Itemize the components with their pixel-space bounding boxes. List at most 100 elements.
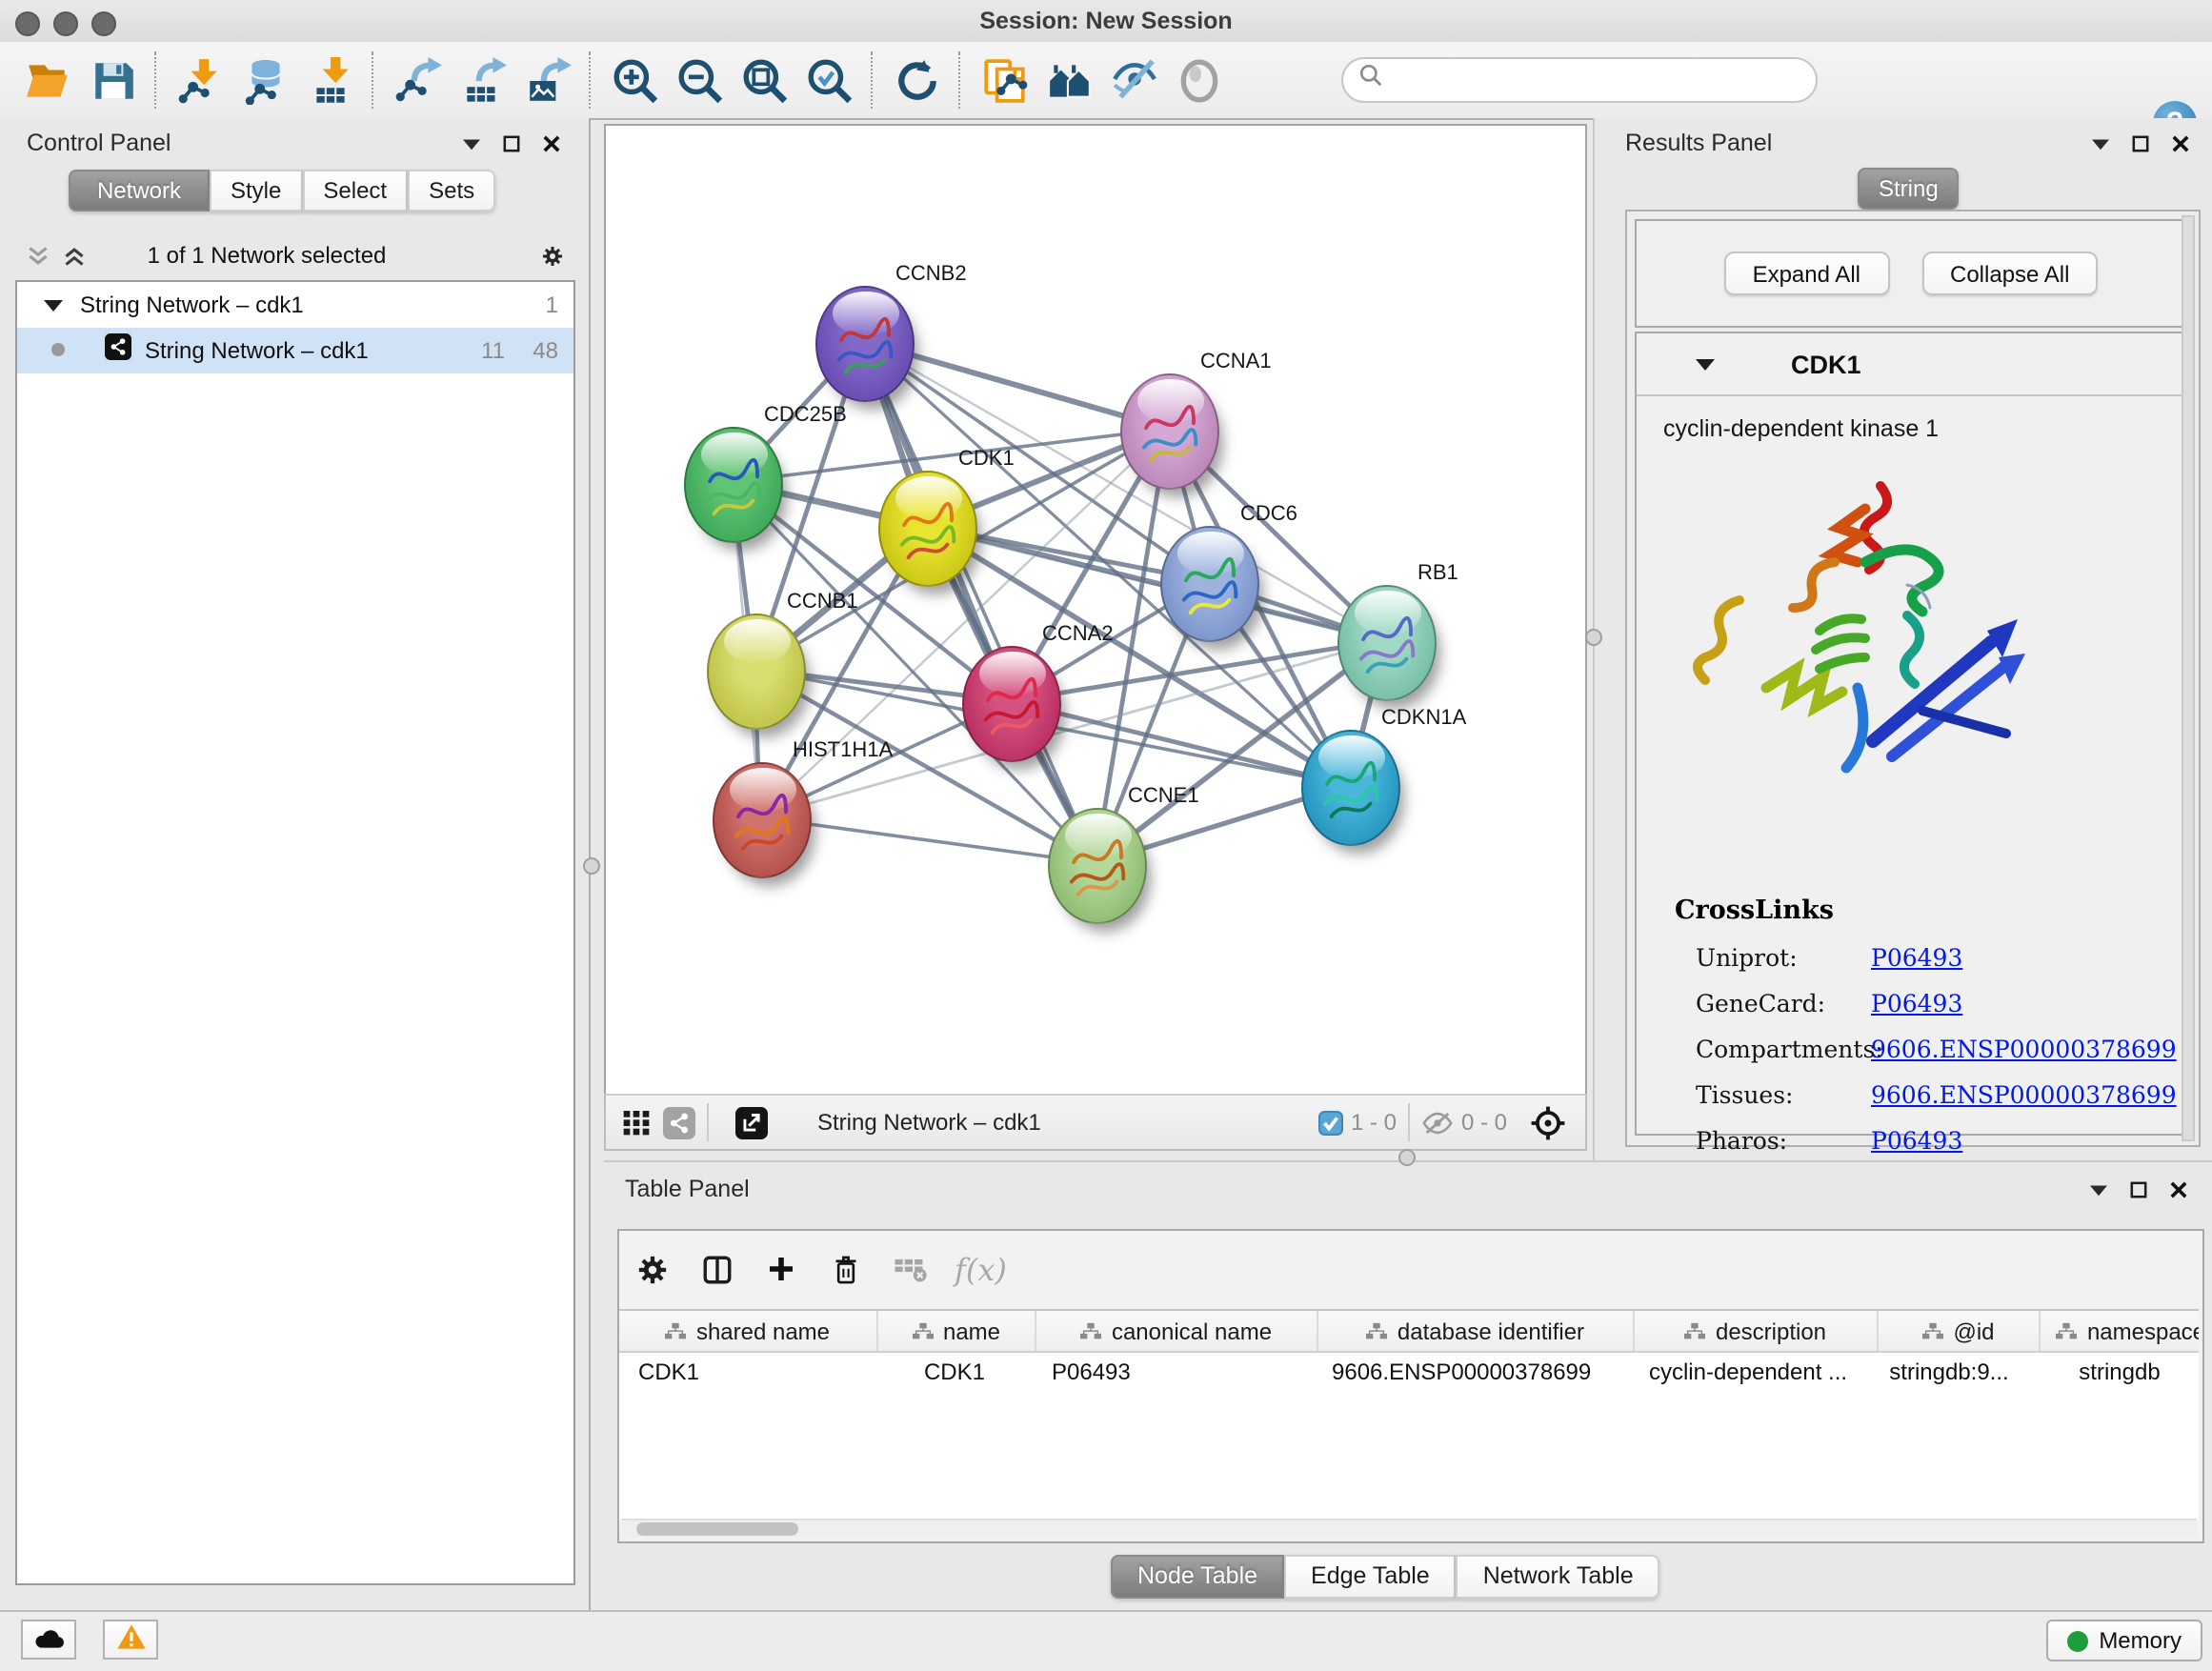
export-network-button[interactable] [385, 50, 450, 111]
panel-menu-icon[interactable] [2086, 1178, 2109, 1200]
tree-expander-icon[interactable] [44, 291, 63, 317]
crosslink-link[interactable]: 9606.ENSP00000378699 [1871, 1035, 2177, 1063]
column-header-database-identifier[interactable]: database identifier [1318, 1311, 1635, 1351]
search-input[interactable] [1391, 65, 1780, 95]
expand-all-button[interactable]: Expand All [1724, 252, 1889, 295]
columns-icon[interactable] [695, 1248, 737, 1290]
cell[interactable]: stringdb [2029, 1353, 2199, 1393]
network-row[interactable]: String Network – cdk1 11 48 [17, 327, 573, 372]
search-field[interactable] [1341, 57, 1818, 103]
warning-button[interactable] [103, 1620, 158, 1660]
gear-icon[interactable] [631, 1248, 673, 1290]
splitter-handle[interactable] [1585, 629, 1602, 646]
network-node-HIST1H1A[interactable] [713, 761, 812, 877]
column-header--id[interactable]: @id [1879, 1311, 2041, 1351]
show-hidden-icon [1175, 56, 1222, 104]
tab-string[interactable]: String [1858, 168, 1960, 210]
cloud-button[interactable] [21, 1620, 76, 1660]
hidden-eye-icon[interactable] [1421, 1110, 1454, 1135]
node-label-CCNA2: CCNA2 [1042, 623, 1114, 646]
network-node-CDK1[interactable] [878, 470, 977, 586]
hide-selected-button[interactable] [1101, 50, 1166, 111]
table-row[interactable]: CDK1CDK1P064939606.ENSP00000378699cyclin… [619, 1353, 2199, 1393]
panel-menu-icon[interactable] [2088, 131, 2111, 154]
protein-header-row[interactable]: CDK1 [1637, 333, 2185, 396]
cell[interactable]: 9606.ENSP00000378699 [1313, 1353, 1627, 1393]
collapse-all-button[interactable]: Collapse All [1921, 252, 2098, 295]
add-icon[interactable] [760, 1248, 802, 1290]
cell[interactable]: CDK1 [619, 1353, 876, 1393]
network-node-CCNB1[interactable] [707, 613, 806, 729]
cell[interactable]: P06493 [1033, 1353, 1313, 1393]
panel-close-icon[interactable] [2168, 131, 2191, 154]
crosslink-link[interactable]: P06493 [1871, 943, 1962, 972]
import-network-button[interactable] [168, 50, 232, 111]
zoom-in-button[interactable] [602, 50, 667, 111]
table-hscrollbar[interactable] [621, 1519, 2197, 1538]
home-button[interactable] [1036, 50, 1101, 111]
crosslink-link[interactable]: 9606.ENSP00000378699 [1871, 1080, 2177, 1109]
crosslink-row: Uniprot:P06493 [1675, 943, 2177, 972]
network-node-CCNB2[interactable] [815, 285, 915, 401]
zoom-fit-button[interactable] [732, 50, 796, 111]
splitter-handle[interactable] [583, 857, 600, 875]
column-header-shared-name[interactable]: shared name [619, 1311, 878, 1351]
panel-menu-icon[interactable] [459, 131, 482, 154]
panel-float-icon[interactable] [499, 131, 522, 154]
clipboard-share-button[interactable] [972, 50, 1036, 111]
share-icon[interactable] [663, 1106, 695, 1138]
network-node-CCNE1[interactable] [1048, 807, 1147, 923]
column-header-canonical-name[interactable]: canonical name [1036, 1311, 1318, 1351]
panel-close-icon[interactable] [539, 131, 562, 154]
cell[interactable]: cyclin-dependent ... [1627, 1353, 1869, 1393]
import-table-button[interactable] [297, 50, 362, 111]
network-node-CCNA2[interactable] [962, 645, 1061, 761]
scrollbar-thumb[interactable] [636, 1522, 798, 1536]
refresh-button[interactable] [884, 50, 949, 111]
tab-select[interactable]: Select [302, 170, 408, 211]
column-header-namespace[interactable]: namespace [2041, 1311, 2199, 1351]
crosslink-link[interactable]: P06493 [1871, 989, 1962, 1017]
export-image-button[interactable] [514, 50, 579, 111]
panel-float-icon[interactable] [2128, 131, 2151, 154]
zoom-out-button[interactable] [667, 50, 732, 111]
import-database-button[interactable] [232, 50, 297, 111]
show-hidden-button[interactable] [1166, 50, 1231, 111]
crosshair-icon[interactable] [1530, 1104, 1566, 1140]
panel-float-icon[interactable] [2126, 1178, 2149, 1200]
network-node-CDC6[interactable] [1160, 525, 1259, 641]
open-session-button[interactable] [15, 50, 80, 111]
tab-network-table[interactable]: Network Table [1457, 1555, 1660, 1599]
cell[interactable]: stringdb:9... [1869, 1353, 2029, 1393]
network-edges[interactable] [606, 126, 1585, 1096]
collapse-section-icon[interactable] [1696, 347, 1715, 381]
trash-icon[interactable] [825, 1248, 867, 1290]
grid-icon[interactable] [621, 1107, 652, 1137]
tab-edge-table[interactable]: Edge Table [1284, 1555, 1457, 1599]
gear-icon[interactable] [541, 244, 564, 267]
tab-style[interactable]: Style [210, 170, 302, 211]
network-view-panel[interactable]: CCNB2CCNA1CDC25BCDK1CDC6RB1CCNB1CCNA2CDK… [604, 124, 1587, 1097]
network-node-CDKN1A[interactable] [1301, 729, 1400, 845]
open-in-window-icon[interactable] [735, 1106, 768, 1138]
tab-sets[interactable]: Sets [408, 170, 495, 211]
network-collection-row[interactable]: String Network – cdk1 1 [17, 281, 573, 327]
network-node-RB1[interactable] [1337, 584, 1437, 700]
splitter-handle[interactable] [1398, 1149, 1416, 1166]
tab-network[interactable]: Network [69, 170, 210, 211]
export-table-button[interactable] [450, 50, 514, 111]
results-scrollbar[interactable] [2182, 215, 2195, 1141]
tab-node-table[interactable]: Node Table [1111, 1555, 1284, 1599]
cell[interactable]: CDK1 [876, 1353, 1033, 1393]
column-header-description[interactable]: description [1635, 1311, 1879, 1351]
column-header-name[interactable]: name [878, 1311, 1036, 1351]
save-session-button[interactable] [80, 50, 145, 111]
network-node-CCNA1[interactable] [1120, 372, 1219, 489]
network-graph[interactable]: CCNB2CCNA1CDC25BCDK1CDC6RB1CCNB1CCNA2CDK… [606, 126, 1585, 1096]
panel-close-icon[interactable] [2166, 1178, 2189, 1200]
memory-button[interactable]: Memory [2045, 1620, 2202, 1661]
network-node-CDC25B[interactable] [684, 426, 783, 542]
zoom-selected-button[interactable] [796, 50, 861, 111]
crosslink-link[interactable]: P06493 [1871, 1126, 1962, 1155]
selected-checkbox[interactable] [1318, 1110, 1343, 1135]
